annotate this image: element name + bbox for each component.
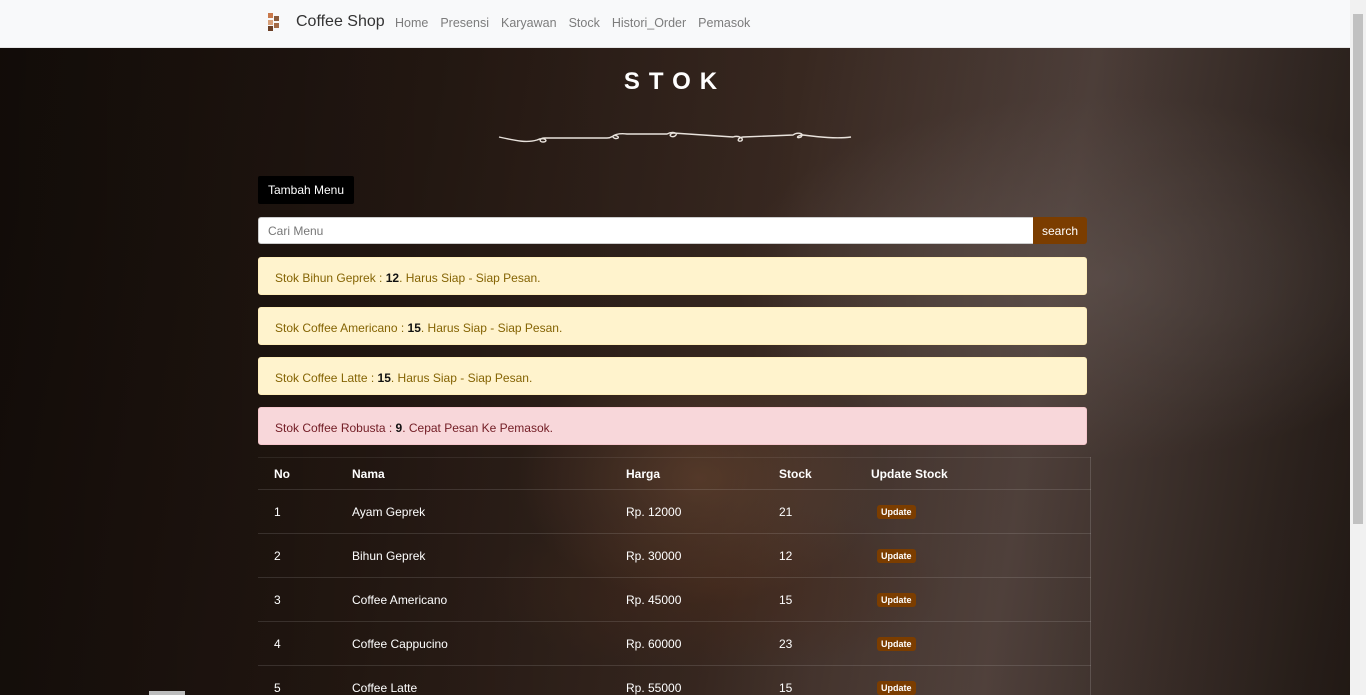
coffee-shop-logo-icon xyxy=(268,13,284,31)
cell-no: 2 xyxy=(258,533,336,578)
cell-stock: 23 xyxy=(763,621,855,666)
table-row: 3 Coffee Americano Rp. 45000 15 Update xyxy=(258,577,1091,622)
column-header-no: No xyxy=(258,457,336,490)
cell-harga: Rp. 45000 xyxy=(610,577,763,622)
navbar: Coffee Shop Home Presensi Karyawan Stock… xyxy=(0,0,1350,48)
update-stock-button[interactable]: Update xyxy=(877,505,916,519)
cell-harga: Rp. 55000 xyxy=(610,665,763,695)
search-input[interactable] xyxy=(258,217,1033,244)
cell-stock: 21 xyxy=(763,489,855,534)
column-header-nama: Nama xyxy=(336,457,610,490)
nav-item-home[interactable]: Home xyxy=(395,16,428,30)
nav-item-pemasok[interactable]: Pemasok xyxy=(698,16,750,30)
page-title: STOK xyxy=(623,68,727,95)
table-row: 5 Coffee Latte Rp. 55000 15 Update xyxy=(258,665,1091,695)
ornament-divider-icon xyxy=(498,131,852,143)
horizontal-scrollbar-thumb[interactable] xyxy=(149,691,185,695)
cell-nama: Coffee Cappucino xyxy=(336,621,610,666)
update-stock-button[interactable]: Update xyxy=(877,681,916,695)
table-border xyxy=(1090,457,1091,695)
cell-no: 5 xyxy=(258,665,336,695)
update-stock-button[interactable]: Update xyxy=(877,637,916,651)
nav-item-histori-order[interactable]: Histori_Order xyxy=(612,16,686,30)
scrollbar-thumb[interactable] xyxy=(1353,14,1363,524)
brand-link[interactable]: Coffee Shop xyxy=(268,13,385,31)
update-stock-button[interactable]: Update xyxy=(877,549,916,563)
search-button[interactable]: search xyxy=(1033,217,1087,244)
column-header-stock: Stock xyxy=(763,457,855,490)
brand-name: Coffee Shop xyxy=(296,13,385,30)
cell-no: 3 xyxy=(258,577,336,622)
cell-nama: Ayam Geprek xyxy=(336,489,610,534)
cell-nama: Coffee Americano xyxy=(336,577,610,622)
cell-stock: 15 xyxy=(763,577,855,622)
nav-item-presensi[interactable]: Presensi xyxy=(440,16,489,30)
stock-alert-warning: Stok Bihun Geprek : 12. Harus Siap - Sia… xyxy=(258,257,1087,295)
stock-alert-warning: Stok Coffee Americano : 15. Harus Siap -… xyxy=(258,307,1087,345)
vertical-scrollbar[interactable] xyxy=(1350,0,1366,695)
nav-item-stock[interactable]: Stock xyxy=(569,16,600,30)
cell-harga: Rp. 12000 xyxy=(610,489,763,534)
nav-links: Home Presensi Karyawan Stock Histori_Ord… xyxy=(395,16,750,30)
cell-stock: 15 xyxy=(763,665,855,695)
stock-alert-warning: Stok Coffee Latte : 15. Harus Siap - Sia… xyxy=(258,357,1087,395)
column-header-update-stock: Update Stock xyxy=(855,457,1091,490)
nav-item-karyawan[interactable]: Karyawan xyxy=(501,16,557,30)
table-row: 2 Bihun Geprek Rp. 30000 12 Update xyxy=(258,533,1091,578)
cell-nama: Coffee Latte xyxy=(336,665,610,695)
search-form: search xyxy=(258,217,1087,244)
update-stock-button[interactable]: Update xyxy=(877,593,916,607)
tambah-menu-button[interactable]: Tambah Menu xyxy=(258,176,354,204)
stock-alert-danger: Stok Coffee Robusta : 9. Cepat Pesan Ke … xyxy=(258,407,1087,445)
cell-stock: 12 xyxy=(763,533,855,578)
cell-harga: Rp. 30000 xyxy=(610,533,763,578)
table-header-row: No Nama Harga Stock Update Stock xyxy=(258,457,1091,490)
column-header-harga: Harga xyxy=(610,457,763,490)
cell-nama: Bihun Geprek xyxy=(336,533,610,578)
table-row: 4 Coffee Cappucino Rp. 60000 23 Update xyxy=(258,621,1091,666)
cell-no: 1 xyxy=(258,489,336,534)
cell-no: 4 xyxy=(258,621,336,666)
stock-table: No Nama Harga Stock Update Stock 1 Ayam … xyxy=(258,457,1091,695)
table-row: 1 Ayam Geprek Rp. 12000 21 Update xyxy=(258,489,1091,534)
cell-harga: Rp. 60000 xyxy=(610,621,763,666)
